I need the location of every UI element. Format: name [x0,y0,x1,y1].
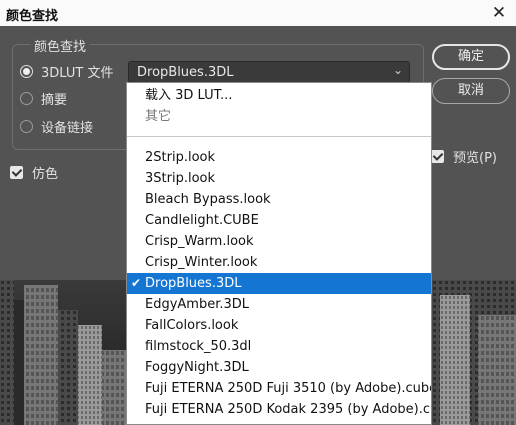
lut-dropdown-list[interactable]: 载入 3D LUT... 其它 2Strip.look 3Strip.look Bl… [126,82,432,425]
cancel-button[interactable]: 取消 [432,78,510,104]
close-icon[interactable]: ✕ [488,2,510,24]
title-bar: 颜色查找 ✕ [0,0,516,26]
lut-list-item[interactable]: 2Strip.look [127,147,431,168]
lut-list-item[interactable]: Crisp_Winter.look [127,252,431,273]
lut-list-item-label: Candlelight.CUBE [145,213,259,228]
dither-label: 仿色 [32,166,59,182]
preview-checkbox-row[interactable]: 预览(P) [431,147,497,166]
preview-label: 预览(P) [453,150,497,166]
radio-3dlut-file[interactable]: 3DLUT 文件 [20,61,113,81]
lut-list-item[interactable]: ✔ DropBlues.3DL [127,273,431,294]
dropdown-separator [127,136,431,137]
lut-list-item-label: Crisp_Warm.look [145,234,254,249]
lut-list-item-label: Fuji ETERNA 250D Fuji 3510 (by Adobe).cu… [145,381,432,396]
lut-list-item-label: Crisp_Winter.look [145,255,258,270]
radio-button[interactable] [20,119,33,133]
lut-list-item[interactable]: Fuji ETERNA 250D Kodak 2395 (by Adobe).c… [127,399,431,420]
lut-list-item-label: Bleach Bypass.look [145,192,271,207]
lut-list-item[interactable]: filmstock_50.3dl [127,336,431,357]
radio-device-link[interactable]: 设备链接 [20,116,93,136]
chevron-down-icon: ⌄ [392,63,403,77]
radio-abstract[interactable]: 摘要 [20,88,67,108]
checkmark-icon: ✔ [131,276,142,290]
other-item: 其它 [145,109,172,124]
radio-button[interactable] [20,91,33,105]
lut-list-item-label: 2Strip.look [145,150,216,165]
lut-list-item[interactable]: Crisp_Warm.look [127,231,431,252]
lut-list-item-label: EdgyAmber.3DL [145,297,250,312]
radio-label: 3DLUT 文件 [41,65,114,81]
lut-list-item[interactable]: Fuji ETERNA 250D Fuji 3510 (by Adobe).cu… [127,378,431,399]
lut-list-item-label: 3Strip.look [145,171,216,186]
lut-list-item[interactable]: FallColors.look [127,315,431,336]
lut-list-item-label: FoggyNight.3DL [145,360,249,375]
lut-file-select[interactable]: DropBlues.3DL ⌄ [128,61,410,83]
lut-list: 2Strip.look 3Strip.look Bleach Bypass.look… [127,147,431,420]
lut-list-item-label: Fuji ETERNA 250D Kodak 2395 (by Adobe).c… [145,402,432,417]
radio-label: 摘要 [41,92,68,108]
lut-list-item[interactable]: FoggyNight.3DL [127,357,431,378]
radio-label: 设备链接 [41,120,94,136]
ok-button[interactable]: 确定 [432,44,510,70]
dither-checkbox[interactable] [10,165,23,179]
dither-checkbox-row[interactable]: 仿色 [10,163,59,182]
lut-list-item-label: DropBlues.3DL [145,276,242,291]
lut-list-item-label: FallColors.look [145,318,239,333]
window-title: 颜色查找 [6,9,59,24]
lut-list-item[interactable]: Candlelight.CUBE [127,210,431,231]
radio-button-selected[interactable] [20,64,33,78]
lut-list-item[interactable]: 3Strip.look [127,168,431,189]
preview-checkbox[interactable] [431,149,444,163]
load-3d-lut-item[interactable]: 载入 3D LUT... [127,85,431,106]
group-title: 颜色查找 [30,36,91,55]
select-value: DropBlues.3DL [137,65,234,80]
lut-list-item[interactable]: EdgyAmber.3DL [127,294,431,315]
lut-list-item-label: filmstock_50.3dl [145,339,252,354]
lut-list-item[interactable]: Bleach Bypass.look [127,189,431,210]
